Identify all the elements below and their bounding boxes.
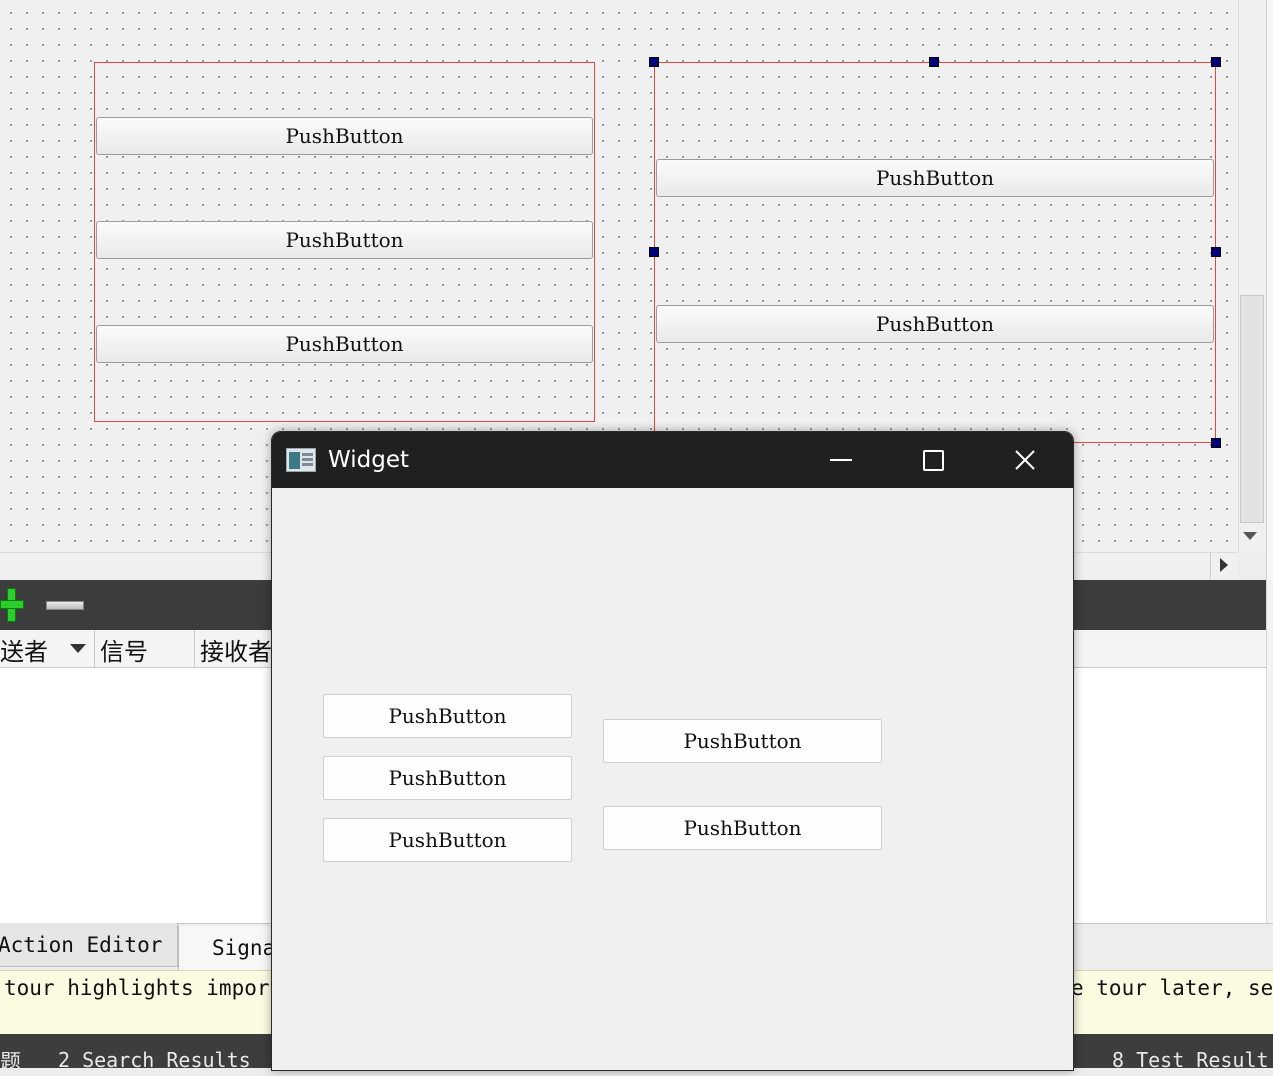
designer-pushbutton-1[interactable]: PushButton	[96, 117, 593, 155]
window-titlebar[interactable]: Widget	[272, 432, 1073, 488]
preview-window[interactable]: Widget PushButton PushButton PushButton …	[271, 431, 1074, 1071]
plus-icon	[0, 588, 26, 622]
designer-pushbutton-2[interactable]: PushButton	[96, 221, 593, 259]
column-receiver-label: 接收者	[200, 637, 272, 666]
close-button[interactable]	[979, 432, 1071, 488]
preview-pushbutton-2[interactable]: PushButton	[323, 756, 572, 800]
selection-handle[interactable]	[929, 57, 939, 67]
preview-pushbutton-5[interactable]: PushButton	[603, 806, 882, 850]
column-signal-label: 信号	[100, 637, 148, 666]
designer-pushbutton-5[interactable]: PushButton	[656, 305, 1214, 343]
selection-handle[interactable]	[1211, 438, 1221, 448]
designer-pushbutton-3[interactable]: PushButton	[96, 325, 593, 363]
maximize-button[interactable]	[887, 432, 979, 488]
vertical-scrollbar-thumb[interactable]	[1240, 295, 1264, 523]
preview-pushbutton-3[interactable]: PushButton	[323, 818, 572, 862]
right-edge-strip	[1266, 0, 1273, 580]
preview-pushbutton-4[interactable]: PushButton	[603, 719, 882, 763]
preview-pushbutton-1[interactable]: PushButton	[323, 694, 572, 738]
status-item-search-results[interactable]: 2 Search Results	[58, 1048, 251, 1072]
minus-icon	[46, 601, 84, 610]
tab-action-editor-label: Action Editor	[0, 932, 163, 957]
status-item-test-results[interactable]: 8 Test Result	[1112, 1048, 1269, 1072]
status-item-issues[interactable]: 题	[0, 1046, 21, 1076]
designer-pushbutton-4[interactable]: PushButton	[656, 159, 1214, 197]
maximize-icon	[922, 449, 944, 471]
scroll-right-arrow-icon	[1220, 558, 1228, 572]
dropdown-arrow-icon[interactable]	[70, 644, 86, 653]
column-header-signal[interactable]: 信号	[95, 630, 195, 668]
selection-handle[interactable]	[1211, 247, 1221, 257]
window-title: Widget	[328, 447, 409, 473]
selection-handle[interactable]	[1211, 57, 1221, 67]
minimize-icon	[830, 459, 852, 461]
selection-handle[interactable]	[649, 57, 659, 67]
remove-connection-button[interactable]	[44, 598, 86, 614]
tour-text-left: tour highlights import	[4, 976, 283, 1000]
add-connection-button[interactable]	[0, 588, 26, 622]
selection-handle[interactable]	[649, 247, 659, 257]
window-app-icon	[286, 448, 316, 472]
column-sender-label: 送者	[0, 637, 48, 666]
scroll-down-arrow-icon[interactable]	[1243, 532, 1257, 540]
right-edge-strip-lower	[1266, 580, 1273, 970]
column-header-sender[interactable]: 送者	[0, 630, 95, 668]
minimize-button[interactable]	[795, 432, 887, 488]
right-vertical-layout[interactable]	[654, 62, 1216, 443]
close-icon	[1015, 450, 1035, 470]
tour-text-right: e tour later, sel	[1071, 976, 1273, 1000]
tab-action-editor[interactable]: Action Editor	[0, 923, 178, 967]
tab-signals-slots[interactable]: Signa	[178, 926, 278, 970]
tab-signals-slots-label: Signa	[212, 936, 276, 960]
